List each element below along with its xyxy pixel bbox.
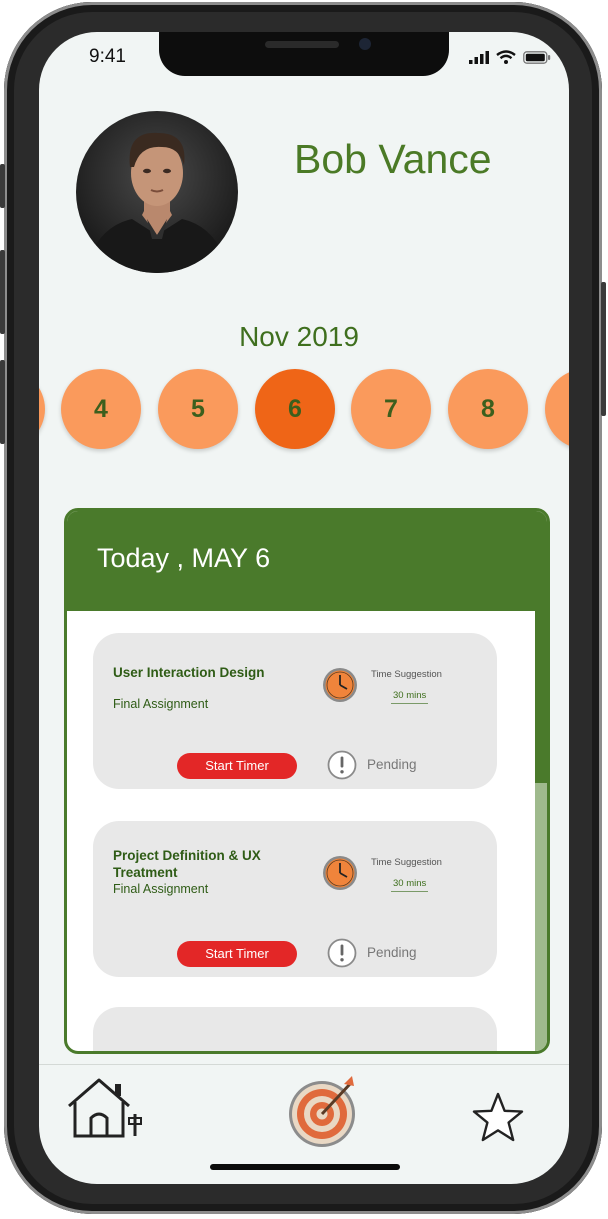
tabbar-divider <box>39 1064 569 1065</box>
notch <box>159 32 449 76</box>
battery-icon <box>523 50 551 64</box>
target-icon[interactable] <box>282 1073 368 1149</box>
star-icon[interactable] <box>471 1091 525 1145</box>
clock-icon <box>323 668 357 702</box>
task-subtitle: Final Assignment <box>113 882 209 896</box>
start-timer-button[interactable]: Start Timer <box>177 941 297 967</box>
time-suggestion-label: Time Suggestion <box>371 857 442 868</box>
clock-icon <box>323 856 357 890</box>
exclamation-icon <box>327 938 357 968</box>
task-title: Project Definition & UX Treatment <box>113 848 261 880</box>
day-9-partial[interactable] <box>545 369 569 449</box>
status-time: 9:41 <box>89 46 126 67</box>
schedule-date-title: Today , MAY 6 <box>97 543 271 573</box>
home-indicator <box>210 1164 400 1170</box>
power-button <box>601 282 606 416</box>
wifi-icon <box>496 50 516 64</box>
volume-down-button <box>0 360 5 444</box>
task-card[interactable]: Project Definition & UX Treatment Final … <box>93 821 497 977</box>
cellular-signal-icon <box>469 50 489 64</box>
front-camera <box>359 38 371 50</box>
time-suggestion-label: Time Suggestion <box>371 669 442 680</box>
time-suggestion-value: 30 mins <box>391 690 429 704</box>
status-label: Pending <box>367 945 417 960</box>
speaker <box>265 41 339 48</box>
mute-switch <box>0 164 5 208</box>
schedule-card: Today , MAY 6 User Interaction Design Fi… <box>64 508 550 1054</box>
scrollbar-thumb[interactable] <box>535 611 547 783</box>
day-8[interactable]: 8 <box>448 369 528 449</box>
task-title: User Interaction Design <box>113 665 265 680</box>
home-icon[interactable] <box>63 1076 147 1140</box>
month-label: Nov 2019 <box>239 321 359 352</box>
schedule-card-header: Today , MAY 6 <box>67 511 547 611</box>
status-icons <box>469 50 551 64</box>
profile-photo <box>84 132 230 273</box>
day-4[interactable]: 4 <box>61 369 141 449</box>
status-label: Pending <box>367 757 417 772</box>
day-6-selected[interactable]: 6 <box>255 369 335 449</box>
time-suggestion-value: 30 mins <box>391 878 429 892</box>
day-5[interactable]: 5 <box>158 369 238 449</box>
start-timer-button[interactable]: Start Timer <box>177 753 297 779</box>
task-card[interactable]: User Interaction Design Final Assignment… <box>93 633 497 789</box>
volume-up-button <box>0 250 5 334</box>
exclamation-icon <box>327 750 357 780</box>
app-screen: 9:41 Bob Vance Nov 2019 4 5 6 7 8 Today … <box>39 32 569 1184</box>
task-subtitle: Final Assignment <box>113 697 209 711</box>
task-card-partial[interactable] <box>93 1007 497 1051</box>
day-3-partial[interactable] <box>39 369 45 449</box>
user-name: Bob Vance <box>294 136 492 182</box>
avatar[interactable] <box>76 111 238 273</box>
day-7[interactable]: 7 <box>351 369 431 449</box>
